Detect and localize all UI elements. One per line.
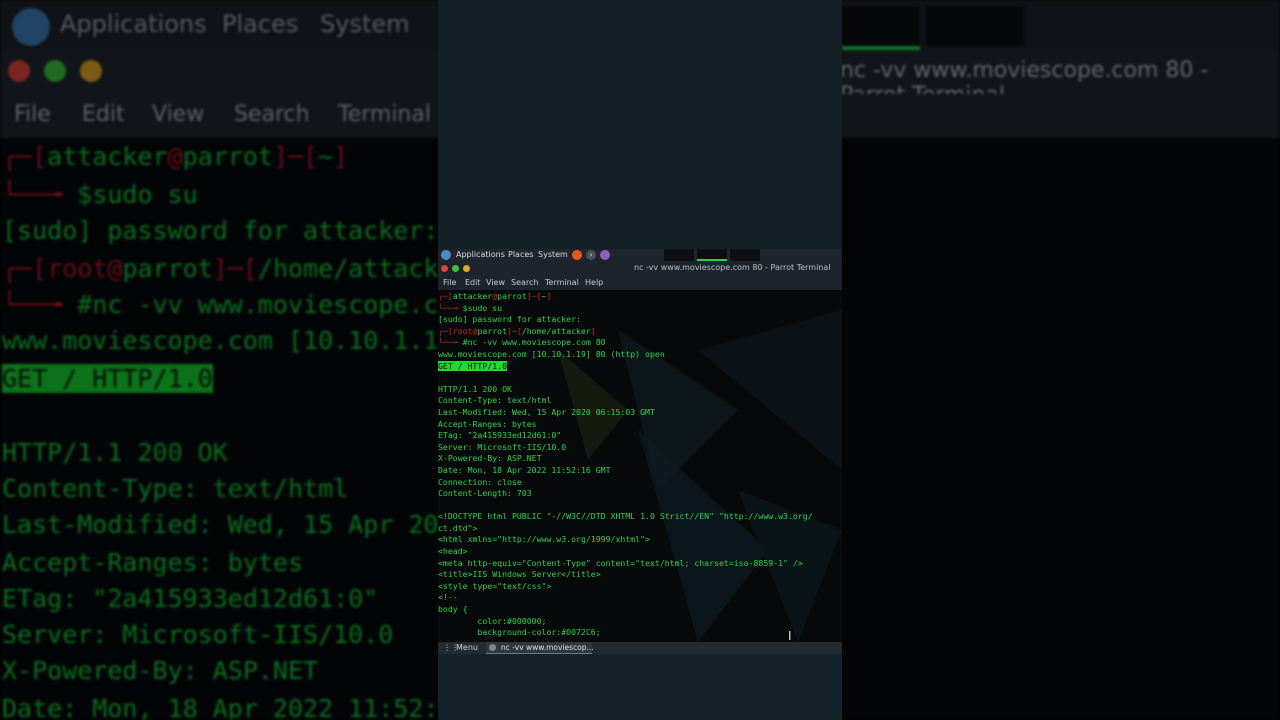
minimize-icon[interactable]: [452, 265, 459, 272]
bg-graph: [926, 6, 1024, 46]
bg-output-line: Server: Microsoft-IIS/10.0: [2, 620, 394, 649]
output-line: <html xmlns="http://www.w3.org/1999/xhtm…: [438, 534, 650, 545]
output-line: <style type="text/css">: [438, 580, 552, 591]
bg-maximize-icon: [80, 60, 102, 82]
bg-menu-edit: Edit: [82, 102, 125, 127]
firefox-icon[interactable]: [572, 250, 582, 260]
bg-parrot-logo-icon: [12, 8, 50, 46]
output-line: <title>IIS Windows Server</title>: [438, 569, 601, 580]
bg-command-line: └──╼ $sudo su: [2, 180, 198, 209]
bg-output-line: ETag: "2a415933ed12d61:0": [2, 584, 379, 613]
output-line: Server: Microsoft-IIS/10.0: [438, 441, 567, 452]
bg-panel-system: System: [320, 10, 410, 38]
task-label: nc -vv www.moviescop...: [501, 643, 594, 652]
command-line: └──╼ #nc -vv www.moviescope.com 80: [438, 337, 606, 348]
parrot-logo-icon[interactable]: [441, 250, 451, 260]
output-line: Connection: close: [438, 476, 522, 487]
bg-menu-terminal: Terminal: [338, 102, 431, 127]
bg-panel-applications: Applications: [60, 10, 207, 38]
output-line: background-color:#0072C6;: [438, 627, 601, 638]
grid-menu-icon[interactable]: ⋮⋮: [443, 644, 459, 652]
output-line: ct.dtd">: [438, 522, 478, 533]
text-cursor-icon: I: [788, 629, 792, 642]
bg-minimize-icon: [44, 60, 66, 82]
output-line-highlight: GET / HTTP/1.0: [438, 360, 508, 371]
bottom-blank-area: [438, 654, 842, 720]
taskbar-task-terminal[interactable]: nc -vv www.moviescop...: [486, 642, 594, 654]
bg-sudo-line: [sudo] password for attacker:: [2, 216, 439, 245]
top-blank-area: [438, 0, 842, 249]
output-line: www.moviescope.com [10.10.1.19] 80 (http…: [438, 348, 665, 359]
menu-view[interactable]: View: [486, 278, 505, 287]
network-graph: [730, 249, 760, 261]
bg-command-line: └──╼ #nc -vv www.moviescope.com 80: [2, 290, 514, 319]
bg-output-line: HTTP/1.1 200 OK: [2, 438, 228, 467]
window-titlebar[interactable]: nc -vv www.moviescope.com 80 - Parrot Te…: [438, 261, 842, 276]
menu-terminal[interactable]: Terminal: [545, 278, 579, 287]
output-line: Content-Type: text/html: [438, 395, 552, 406]
video-frame: Applications Places System › nc -vv www.…: [438, 0, 842, 720]
output-line: <!--: [438, 592, 458, 603]
bg-menu-file: File: [14, 102, 51, 127]
terminal-output: ┌─[attacker@parrot]─[~] └──╼ $sudo su [s…: [438, 291, 842, 639]
panel-system[interactable]: System: [538, 250, 568, 260]
bg-prompt-line: ┌─[attacker@parrot]─[~]: [2, 142, 349, 171]
taskbar-menu-button[interactable]: Menu: [456, 643, 478, 652]
output-line: <head>: [438, 546, 468, 557]
output-line: HTTP/1.1 200 OK: [438, 383, 512, 394]
prompt-line: ┌─[root@parrot]─[/home/attacker]: [438, 325, 596, 336]
output-line: X-Powered-By: ASP.NET: [438, 453, 542, 464]
menu-bar: File Edit View Search Terminal Help: [438, 276, 842, 290]
panel-applications[interactable]: Applications: [456, 250, 505, 260]
menu-edit[interactable]: Edit: [465, 278, 481, 287]
app-icon[interactable]: [600, 250, 610, 260]
bg-output-line: Content-Type: text/html: [2, 474, 349, 503]
output-line: color:#000000;: [438, 615, 547, 626]
output-line: <!DOCTYPE html PUBLIC "-//W3C//DTD XHTML…: [438, 511, 813, 522]
menu-file[interactable]: File: [443, 278, 456, 287]
bg-menu-search: Search: [234, 102, 310, 127]
menu-help[interactable]: Help: [585, 278, 603, 287]
maximize-icon[interactable]: [463, 265, 470, 272]
bg-graph: [842, 6, 920, 50]
bg-output-line: X-Powered-By: ASP.NET: [2, 656, 319, 685]
prompt-line: ┌─[attacker@parrot]─[~]: [438, 291, 552, 301]
sudo-line: [sudo] password for attacker:: [438, 314, 581, 325]
terminal-area[interactable]: ┌─[attacker@parrot]─[~] └──╼ $sudo su [s…: [438, 290, 842, 642]
terminal-icon[interactable]: ›: [586, 250, 596, 260]
output-line: Content-Length: 703: [438, 488, 532, 499]
memory-graph: [697, 249, 727, 261]
bg-output-line: GET / HTTP/1.0: [2, 364, 213, 393]
bg-prompt-line: ┌─[root@parrot]─[/home/attacker: [2, 254, 469, 283]
desktop-panel: Applications Places System ›: [438, 249, 842, 261]
output-line: <meta http-equiv="Content-Type" content=…: [438, 557, 803, 568]
output-line: Last-Modified: Wed, 15 Apr 2020 06:15:03…: [438, 406, 655, 417]
bg-menu-view: View: [152, 102, 205, 127]
cpu-graph: [664, 249, 694, 261]
panel-places[interactable]: Places: [508, 250, 533, 260]
bg-close-icon: [8, 60, 30, 82]
command-line: └──╼ $sudo su: [438, 302, 503, 313]
menu-search[interactable]: Search: [511, 278, 538, 287]
output-line: Date: Mon, 18 Apr 2022 11:52:16 GMT: [438, 464, 611, 475]
output-line: ETag: "2a415933ed12d61:0": [438, 430, 562, 441]
window-title: nc -vv www.moviescope.com 80 - Parrot Te…: [634, 263, 831, 272]
bg-output-line: Accept-Ranges: bytes: [2, 548, 304, 577]
output-line: body {: [438, 604, 468, 615]
taskbar: ⋮⋮ Menu nc -vv www.moviescop...: [438, 642, 842, 654]
bg-panel-places: Places: [222, 10, 299, 38]
close-icon[interactable]: [441, 265, 448, 272]
output-line: Accept-Ranges: bytes: [438, 418, 537, 429]
terminal-task-icon: [489, 644, 496, 651]
